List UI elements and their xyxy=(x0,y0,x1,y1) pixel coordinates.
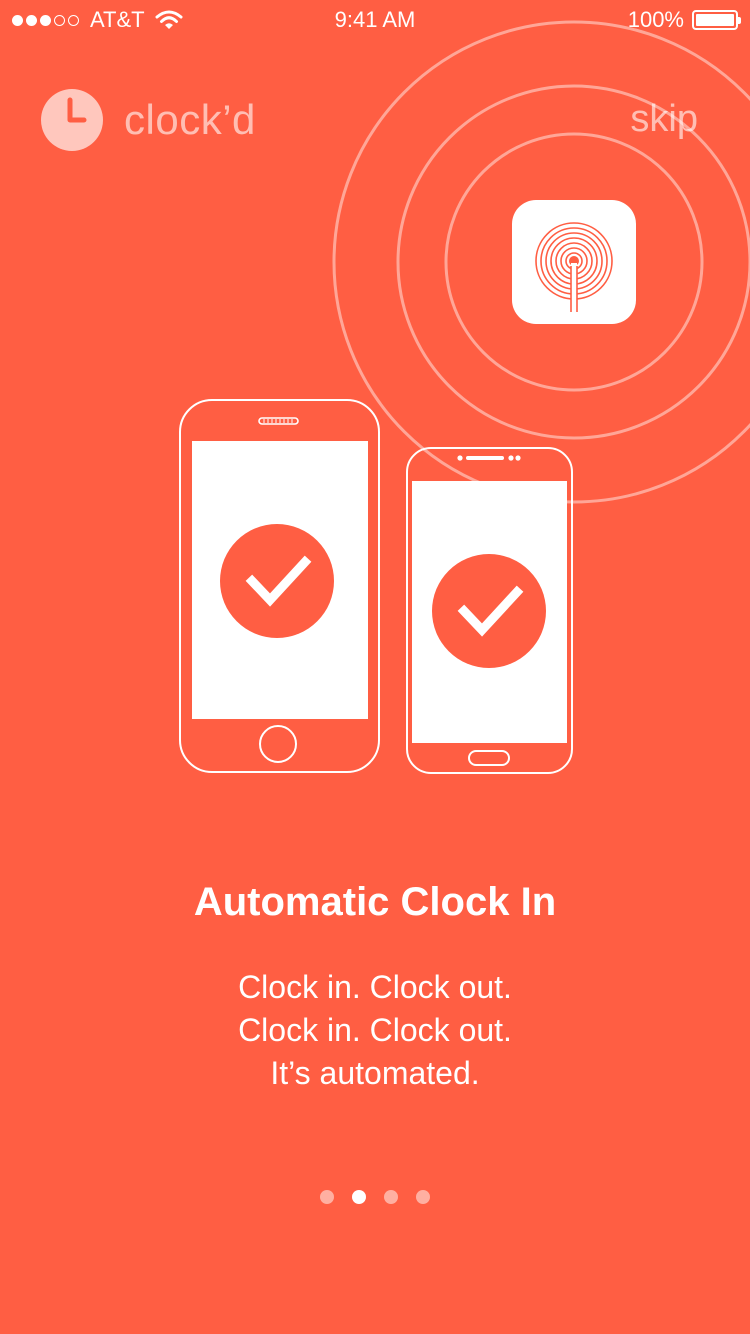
page-dot-1[interactable] xyxy=(320,1190,334,1204)
checkmark-icon xyxy=(432,554,546,668)
description-line: It’s automated. xyxy=(270,1055,480,1091)
description-line: Clock in. Clock out. xyxy=(238,1012,512,1048)
page-dot-2[interactable] xyxy=(352,1190,366,1204)
page-dot-4[interactable] xyxy=(416,1190,430,1204)
page-indicator xyxy=(0,1190,750,1204)
android-phone-illustration xyxy=(406,447,573,774)
iphone-illustration xyxy=(179,399,380,773)
onboarding-description: Clock in. Clock out. Clock in. Clock out… xyxy=(0,966,750,1095)
checkmark-icon xyxy=(220,524,334,638)
onboarding-title: Automatic Clock In xyxy=(193,880,557,924)
onboarding-illustration xyxy=(179,20,750,774)
page-dot-3[interactable] xyxy=(384,1190,398,1204)
description-line: Clock in. Clock out. xyxy=(238,969,512,1005)
beacon-app-icon xyxy=(512,200,636,324)
